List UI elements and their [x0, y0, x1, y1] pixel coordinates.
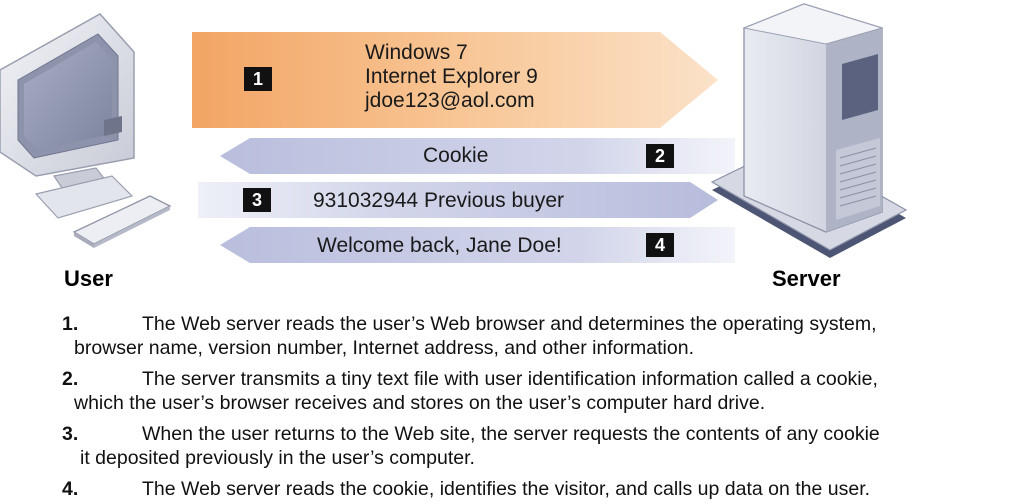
- tower-server-icon: [710, 3, 908, 258]
- step-text: The Web server reads the cookie, identif…: [142, 478, 871, 500]
- arrow-2-text: Cookie: [423, 144, 489, 167]
- step-continuation: which the user’s browser receives and st…: [74, 392, 766, 414]
- step-number-badge-4: 4: [646, 233, 674, 257]
- step-text: The Web server reads the user’s Web brow…: [142, 313, 877, 335]
- step-continuation: browser name, version number, Internet a…: [74, 337, 694, 359]
- step-number-badge-3: 3: [243, 188, 271, 212]
- arrow-1-line-email: jdoe123@aol.com: [365, 89, 535, 112]
- step-number-badge-1: 1: [244, 67, 272, 91]
- step-number: 1.: [62, 313, 79, 335]
- step-item-2: 2. The server transmits a tiny text file …: [62, 367, 1030, 415]
- step-item-4: 4. The Web server reads the cookie, ident…: [62, 477, 1030, 501]
- step-item-3: 3. When the user returns to the Web site,…: [62, 422, 1030, 470]
- step-text: When the user returns to the Web site, t…: [142, 423, 880, 445]
- step-number-badge-2: 2: [646, 144, 674, 168]
- server-label: Server: [772, 266, 841, 291]
- step-number: 2.: [62, 368, 79, 390]
- cookie-diagram: 1 2 3 4 Windows 7 Internet Explorer 9 jd…: [0, 0, 1036, 504]
- arrow-3-text: 931032944 Previous buyer: [313, 189, 565, 212]
- step-number: 3.: [62, 423, 79, 445]
- step-number: 4.: [62, 478, 79, 500]
- arrow-1-line-browser: Internet Explorer 9: [365, 65, 538, 88]
- arrow-1-line-os: Windows 7: [365, 41, 468, 64]
- user-label: User: [64, 266, 113, 291]
- arrow-4-text: Welcome back, Jane Doe!: [317, 234, 562, 257]
- step-text: The server transmits a tiny text file wi…: [142, 368, 878, 390]
- step-continuation: it deposited previously in the user’s co…: [80, 447, 475, 469]
- desktop-computer-icon: [0, 13, 172, 248]
- step-item-1: 1. The Web server reads the user’s Web br…: [62, 312, 1030, 360]
